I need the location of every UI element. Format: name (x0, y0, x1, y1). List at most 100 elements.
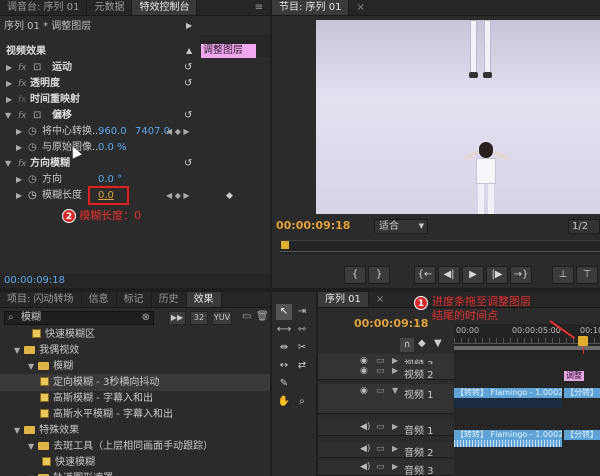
delete-icon[interactable]: 🗑 (256, 311, 269, 322)
param-blend[interactable]: ▶ ◷ 与原始图像... 0.0 % (0, 140, 270, 156)
clip-v1[interactable]: 【转转】 Flamingo - 1.00027 (454, 388, 562, 398)
step-forward-button[interactable]: |▶ (486, 266, 508, 284)
tab-metadata[interactable]: 元数据 (87, 0, 133, 15)
selection-tool-icon[interactable]: ↖ (276, 304, 292, 320)
expand-arrow-icon[interactable]: ▶ (392, 422, 398, 431)
effect-row-motion[interactable]: ▶ fx ⊡ 运动 ↺ (0, 60, 200, 76)
pen-tool-icon[interactable]: ✎ (276, 376, 292, 392)
lift-button[interactable]: ⊥ (552, 266, 574, 284)
speaker-icon[interactable]: ◀) (360, 422, 370, 432)
tab-close-icon[interactable]: × (349, 0, 371, 15)
slip-tool-icon[interactable]: ↔ (276, 358, 292, 374)
go-to-in-button[interactable]: {← (414, 266, 436, 284)
track-header[interactable]: ◀) ▭ ▶ 音频 2 (318, 442, 454, 459)
effects-item[interactable]: 高斯模糊 - 字幕入和出 (0, 390, 270, 407)
effects-item[interactable]: 定向模糊 - 3秒横向抖动 (0, 374, 270, 391)
tab-effects[interactable]: 效果 (186, 292, 222, 307)
track-header[interactable]: ◀) ▭ ▶ 音频 3 (318, 460, 454, 476)
tab-effect-controls[interactable]: 特效控制台 (132, 0, 198, 15)
accelerated-filter-icon[interactable]: ▶▶ (168, 311, 186, 325)
fit-dropdown[interactable]: 适合 ▼ (374, 219, 428, 234)
effects-item[interactable]: 快速模糊 (0, 454, 270, 471)
tab-sequence[interactable]: 序列 01 (318, 292, 369, 307)
param-blur-length[interactable]: ▶ ◷ 模糊长度 0.0 ◀ ◆ ▶ ◆ (0, 188, 270, 204)
tab-history[interactable]: 历史 (152, 292, 187, 307)
step-back-button[interactable]: ◀| (438, 266, 460, 284)
blend-value[interactable]: 0.0 % (98, 140, 127, 156)
effect-row-dir-blur[interactable]: ▼ fx 方向模糊 ↺ (0, 156, 200, 172)
effects-item[interactable]: 高斯水平模糊 - 字幕入和出 (0, 406, 270, 423)
eye-icon[interactable]: ◉ (360, 386, 368, 396)
timeline-timecode[interactable]: 00:00:09:18 (354, 317, 428, 330)
marker-icon[interactable]: ◆ (418, 338, 426, 349)
effects-folder[interactable]: ▼ 特殊效果 (0, 422, 270, 439)
effects-folder[interactable]: ▼ 模糊 (0, 358, 270, 375)
expand-arrow-icon[interactable]: ▶ (392, 366, 398, 375)
effects-folder[interactable]: ▼轨道图形遮罩 (0, 470, 270, 476)
rolling-edit-tool-icon[interactable]: ⇿ (294, 322, 310, 338)
shift-center-y-value[interactable]: 7407.0 (135, 124, 170, 140)
effects-item[interactable]: 快速模糊区 (0, 326, 270, 343)
monitor-timecode[interactable]: 00:00:09:18 (276, 219, 350, 232)
clip-a1b[interactable]: 【分转】 (564, 430, 600, 440)
clip-v1b[interactable]: 【分转】 (564, 388, 600, 398)
track-header[interactable]: ◀) ▭ ▶ 音频 1 (318, 420, 454, 437)
shift-center-x-value[interactable]: 960.0 (98, 124, 127, 140)
32bit-filter-icon[interactable]: 32 (190, 311, 208, 325)
play-button[interactable]: ▶ (462, 266, 484, 284)
new-bin-icon[interactable]: ▭ (242, 311, 251, 322)
speaker-icon[interactable]: ◀) (360, 444, 370, 454)
param-shift-center[interactable]: ▶ ◷ 将中心转换... 960.0 7407.0 ◀ ◆ ▶ (0, 124, 270, 140)
tab-audio-mixer[interactable]: 调音台: 序列 01 (0, 0, 88, 15)
lock-icon[interactable]: ▭ (376, 444, 385, 454)
playhead-handle-icon[interactable] (578, 336, 588, 346)
tab-markers[interactable]: 标记 (117, 292, 152, 307)
tab-project[interactable]: 项目: 闪动转场 (0, 292, 82, 307)
collapse-arrow-icon[interactable]: ▼ (28, 442, 34, 451)
lock-icon[interactable]: ▭ (376, 386, 385, 396)
video-effects-up-icon[interactable]: ▲ (186, 46, 192, 55)
lock-icon[interactable]: ▭ (376, 366, 385, 376)
ripple-edit-tool-icon[interactable]: ⟷ (276, 322, 292, 338)
panel-menu-icon[interactable]: ≡ (248, 0, 270, 15)
tab-info[interactable]: 信息 (82, 292, 117, 307)
ec-play-icon[interactable]: ▶ (186, 21, 192, 30)
track-select-tool-icon[interactable]: ⇥ (294, 304, 310, 320)
eye-icon[interactable]: ◉ (360, 366, 368, 376)
hand-tool-icon[interactable]: ✋ (276, 394, 292, 410)
lock-icon[interactable]: ▭ (376, 422, 385, 432)
expand-arrow-icon[interactable]: ▼ (392, 386, 398, 395)
track-header[interactable]: ◉ ▭ ▶ 视频 2 (318, 364, 454, 381)
mark-in-button[interactable]: { (344, 266, 366, 284)
mark-out-button[interactable]: } (368, 266, 390, 284)
tab-close-icon[interactable]: × (369, 292, 391, 307)
monitor-scrub-bar[interactable] (280, 240, 600, 254)
effects-search[interactable]: ⌕ 模糊 ⊗ (4, 311, 154, 325)
resolution-dropdown[interactable]: 1/2 (568, 219, 600, 234)
go-to-out-button[interactable]: →} (510, 266, 532, 284)
expand-arrow-icon[interactable]: ▶ (392, 462, 398, 471)
snap-icon[interactable]: ∩ (400, 338, 414, 352)
yuv-filter-icon[interactable]: YUV (212, 311, 232, 325)
slide-tool-icon[interactable]: ⇄ (294, 358, 310, 374)
speaker-icon[interactable]: ◀) (360, 462, 370, 472)
clip-v2-adjust[interactable]: 调整 (564, 371, 584, 381)
zoom-tool-icon[interactable]: ⌕ (294, 394, 310, 410)
track-header[interactable]: ◉ ▭ ▼ 视频 1 (318, 384, 454, 414)
effect-row-offset[interactable]: ▼ fx ⊡ 偏移 ↺ (0, 108, 200, 124)
effects-folder[interactable]: ▼ 去斑工具（上层相同画面手动跟踪） (0, 438, 270, 455)
collapse-arrow-icon[interactable]: ▼ (14, 426, 20, 435)
tab-program[interactable]: 节目: 序列 01 (272, 0, 350, 15)
collapse-arrow-icon[interactable]: ▼ (14, 346, 20, 355)
extract-button[interactable]: ⊤ (576, 266, 598, 284)
collapse-arrow-icon[interactable]: ▼ (28, 362, 34, 371)
razor-tool-icon[interactable]: ✂ (294, 340, 310, 356)
effects-folder[interactable]: ▼ 我偶视效 (0, 342, 270, 359)
expand-arrow-icon[interactable]: ▶ (392, 444, 398, 453)
clip-a1[interactable]: 【转转】 Flamingo - 1.00027 (454, 430, 562, 440)
param-direction[interactable]: ▶ ◷ 方向 0.0 ° (0, 172, 270, 188)
effect-row-opacity[interactable]: ▶ fx 透明度 ↺ (0, 76, 200, 92)
rate-stretch-tool-icon[interactable]: ⇹ (276, 340, 292, 356)
lock-icon[interactable]: ▭ (376, 462, 385, 472)
effect-row-time-remap[interactable]: ▶ fx 时间重映射 (0, 92, 200, 108)
